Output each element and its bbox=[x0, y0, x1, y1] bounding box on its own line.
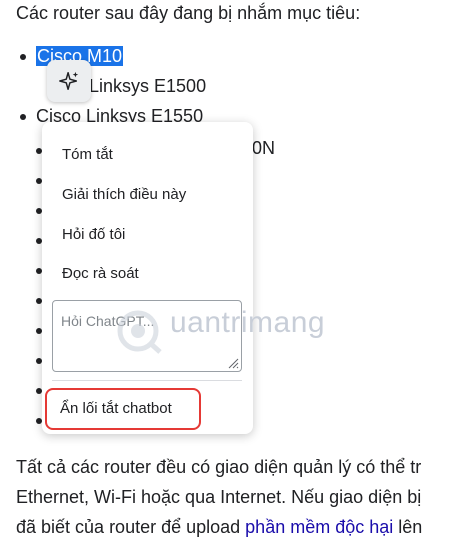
paragraph-line: Tất cả các router đều có giao diện quản … bbox=[16, 457, 422, 477]
list-item-text: 0N bbox=[252, 138, 276, 158]
resize-grip-icon[interactable] bbox=[227, 357, 239, 369]
list-item: o Linksys E1500 bbox=[57, 74, 207, 98]
hide-chatbot-shortcut-item[interactable]: Ẩn lối tắt chatbot bbox=[60, 400, 172, 417]
menu-item-explain[interactable]: Giải thích điều này bbox=[62, 186, 186, 203]
chatgpt-sparkle-button[interactable] bbox=[47, 60, 91, 102]
paragraph-text: lên bbox=[393, 517, 423, 537]
menu-item-proofread[interactable]: Đọc rà soát bbox=[62, 265, 139, 282]
sparkle-icon bbox=[59, 71, 79, 90]
malware-link[interactable]: phần mềm độc hại bbox=[245, 517, 393, 537]
menu-item-summarize[interactable]: Tóm tắt bbox=[62, 146, 113, 163]
menu-divider bbox=[52, 380, 242, 381]
paragraph-text: đã biết của router để upload bbox=[16, 517, 246, 537]
list-item-partial: 0N bbox=[235, 136, 276, 160]
intro-text: Các router sau đây đang bị nhắm mục tiêu… bbox=[16, 3, 361, 23]
watermark-text: uantrimang bbox=[170, 306, 326, 339]
paragraph-line: Ethernet, Wi-Fi hoặc qua Internet. Nếu g… bbox=[16, 487, 422, 507]
menu-item-quiz[interactable]: Hỏi đố tôi bbox=[62, 226, 125, 243]
list-item-text: o Linksys E1500 bbox=[74, 76, 207, 96]
watermark-logo-icon bbox=[117, 310, 162, 354]
paragraph-line: đã biết của router để upload phần mềm độ… bbox=[16, 512, 422, 542]
chatbot-menu: Tóm tắt Giải thích điều này Hỏi đố tôi Đ… bbox=[42, 122, 253, 434]
